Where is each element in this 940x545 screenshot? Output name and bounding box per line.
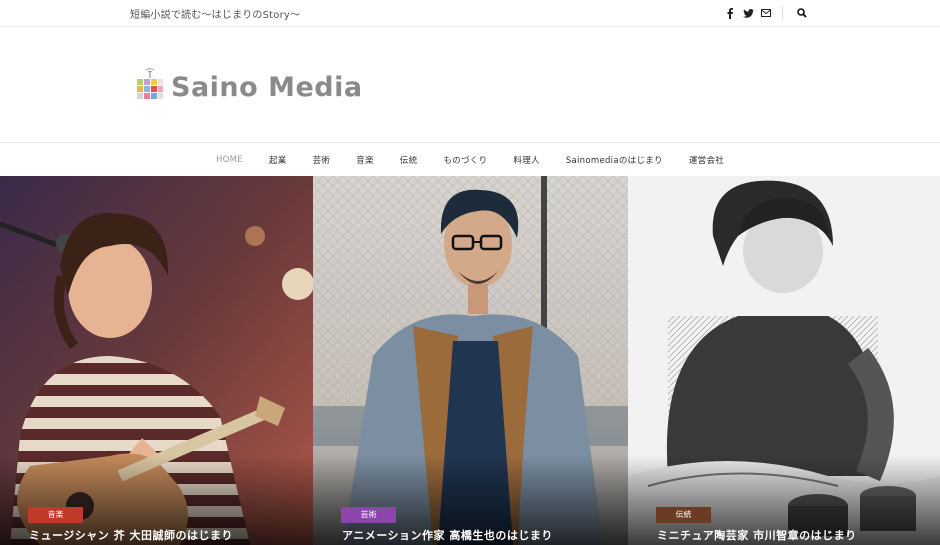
nav-item-company[interactable]: 運営会社 [689,154,724,166]
nav-item-dento[interactable]: 伝統 [400,154,418,166]
site-tagline: 短編小説で読む〜はじまりのStory〜 [130,10,301,21]
nav-item-sainomedia[interactable]: Sainomediaのはじまり [566,154,663,166]
post-card-music[interactable]: 音楽 ミュージシャン 芥 大田誠師のはじまり [0,176,313,545]
nav-item-ongaku[interactable]: 音楽 [356,154,374,166]
site-logo[interactable]: Saino Media [137,67,363,103]
logo-icon [137,67,163,103]
featured-posts: 音楽 ミュージシャン 芥 大田誠師のはじまり 芸術 アニメーション作家 高橋生也… [0,176,940,545]
nav-item-ryourinin[interactable]: 料理人 [513,154,539,166]
facebook-icon[interactable] [722,5,738,21]
nav-item-kigyo[interactable]: 起業 [269,154,287,166]
divider [782,6,783,20]
post-title[interactable]: アニメーション作家 高橋生也のはじまり [342,527,553,543]
category-badge[interactable]: 芸術 [341,507,396,523]
main-nav: HOME 起業 芸術 音楽 伝統 ものづくり 料理人 Sainomediaのはじ… [0,143,940,176]
nav-item-home[interactable]: HOME [216,155,243,165]
post-card-art[interactable]: 芸術 アニメーション作家 高橋生也のはじまり [313,176,628,545]
search-icon[interactable] [794,5,810,21]
twitter-icon[interactable] [740,5,756,21]
nav-item-monozukuri[interactable]: ものづくり [443,154,487,166]
social-links [720,5,810,21]
post-card-tradition[interactable]: 伝統 ミニチュア陶芸家 市川智章のはじまり [628,176,940,545]
category-badge[interactable]: 音楽 [28,507,83,523]
category-badge[interactable]: 伝統 [656,507,711,523]
post-title[interactable]: ミニチュア陶芸家 市川智章のはじまり [657,527,857,543]
site-header: Saino Media [0,27,940,143]
mail-icon[interactable] [758,5,774,21]
nav-item-geijutsu[interactable]: 芸術 [313,154,331,166]
logo-text: Saino Media [171,72,363,103]
post-title[interactable]: ミュージシャン 芥 大田誠師のはじまり [29,527,233,543]
top-bar: 短編小説で読む〜はじまりのStory〜 [0,0,940,27]
